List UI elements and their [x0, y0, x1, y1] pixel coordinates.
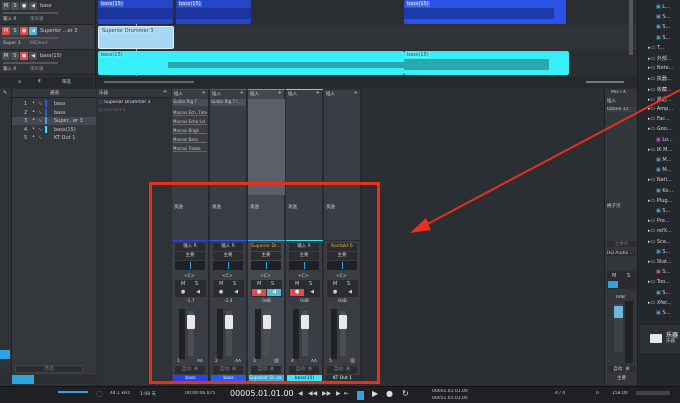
- position-display[interactable]: 00005.01.01.00: [230, 389, 294, 398]
- record-button[interactable]: ●: [386, 389, 393, 398]
- sample-rate: 44.1 kHz: [110, 391, 130, 396]
- time-display: 00:00:06.075: [185, 391, 216, 396]
- rewind-icon[interactable]: ◀◀: [308, 390, 317, 397]
- loop-button[interactable]: ↻: [402, 389, 409, 398]
- to-marker-icon[interactable]: ⇤: [344, 390, 349, 397]
- play-button[interactable]: ▶: [372, 389, 378, 398]
- time-signature[interactable]: 4 / 4: [555, 391, 565, 396]
- tempo[interactable]: 158.00: [612, 391, 628, 396]
- forward-icon[interactable]: ▶▶: [322, 390, 331, 397]
- record-duration: 1:08 天: [140, 392, 157, 397]
- annotation-arrow: [410, 89, 680, 233]
- metronome-level[interactable]: [636, 391, 670, 395]
- transport-bar: ◌ 44.1 kHz 1:08 天 00:00:06.075 00005.01.…: [0, 386, 680, 403]
- offset[interactable]: 0: [596, 391, 599, 396]
- cpu-meter: [58, 391, 88, 393]
- to-end-icon[interactable]: ▶: [336, 390, 341, 397]
- stop-button[interactable]: [357, 391, 364, 400]
- performance-icon[interactable]: ◌: [96, 389, 103, 398]
- rewind-start-icon[interactable]: ◀: [298, 390, 303, 397]
- loop-end[interactable]: 00051.01.01.00: [432, 396, 468, 401]
- loop-start[interactable]: 00001.01.01.00: [432, 389, 468, 394]
